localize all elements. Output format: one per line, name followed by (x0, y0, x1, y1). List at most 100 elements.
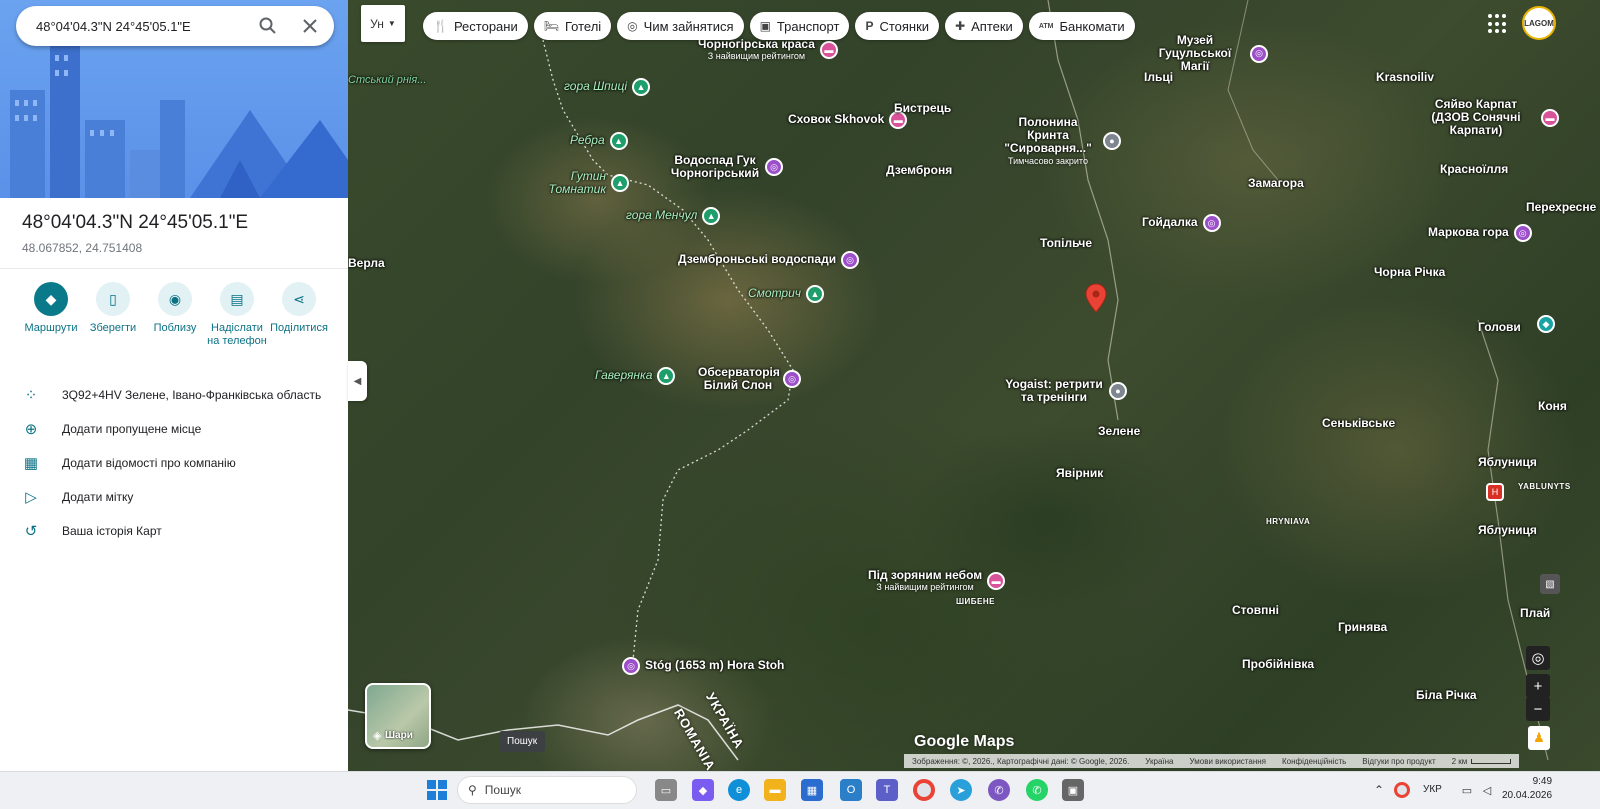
hospital-icon[interactable]: H (1486, 483, 1504, 501)
input-language[interactable]: УКР (1423, 784, 1442, 795)
poi-haverianka[interactable]: Гаверянка ▲ (595, 367, 676, 385)
hotel-icon: ▬ (819, 40, 838, 59)
chip-restaurants[interactable]: 🍴 Ресторани (423, 12, 528, 40)
volume-muted-icon[interactable]: ◁ (1476, 779, 1498, 801)
chip-hotels[interactable]: 🛏 Готелі (533, 12, 612, 40)
save-button[interactable]: ▯ Зберегти (82, 282, 144, 348)
poi-dzembronski-vodospady[interactable]: Дземброньські водоспади ◎ (678, 251, 860, 269)
poi-rebra[interactable]: Ребра ▲ (570, 132, 628, 150)
language-toggle[interactable]: Ун ▼ (361, 5, 405, 42)
maps-history-row[interactable]: ↺ Ваша історія Карт (22, 514, 321, 548)
town-label: Зелене (1098, 424, 1141, 438)
history-icon: ↺ (24, 523, 38, 540)
poi-siaivo-karpat[interactable]: Сяйво Карпат (ДЗОВ Сонячні Карпати) ▬ (1416, 97, 1559, 138)
street-view-preview-button[interactable]: ▧ (1540, 574, 1560, 594)
taskbar-search[interactable]: ⚲ Пошук (457, 776, 637, 804)
poi-pid-zorianym-nebom[interactable]: Під зоряним небом З найвищим рейтингом ▬ (868, 568, 1006, 592)
search-icon[interactable] (258, 16, 278, 36)
layers-button[interactable]: ◈ Шари (365, 683, 431, 749)
avatar[interactable]: LAGOM (1522, 6, 1556, 40)
taskbar-clock[interactable]: 9:49 20.04.2026 (1502, 775, 1552, 803)
copilot-icon[interactable]: ◆ (692, 779, 714, 801)
search-input[interactable] (36, 18, 256, 34)
chip-atms[interactable]: ATM Банкомати (1028, 12, 1135, 40)
poi-name: гора Менчул (626, 208, 698, 223)
send-to-phone-button[interactable]: ▤ Надіслати на телефон (206, 282, 268, 348)
telegram-icon[interactable]: ➤ (950, 779, 972, 801)
share-button[interactable]: ⋖ Поділитися (268, 282, 330, 348)
bookmark-pin-icon[interactable]: ◆ (1537, 315, 1555, 333)
town-label: Дземброня (886, 163, 953, 177)
apps-grid-icon[interactable] (1488, 14, 1508, 34)
transit-icon: ▣ (759, 19, 771, 33)
poi-hutyn-tomnatyk[interactable]: Гутин Томнатик ▲ (544, 169, 629, 197)
windows-start-icon[interactable] (427, 780, 447, 800)
plus-code-row[interactable]: ⁘ 3Q92+4HV Зелене, Івано-Франківська обл… (22, 378, 322, 412)
town-label: Голови (1478, 320, 1521, 334)
file-explorer-icon[interactable]: ▬ (764, 779, 786, 801)
town-label: Перехресне (1526, 200, 1597, 214)
town-label: Плай (1520, 606, 1551, 620)
map-label-fragment: Стський рнія... (348, 74, 427, 86)
footer-terms-link[interactable]: Умови використання (1190, 757, 1266, 766)
chip-label: Аптеки (971, 18, 1013, 34)
poi-smotrych[interactable]: Смотрич ▲ (748, 285, 824, 303)
edge-browser-icon[interactable]: e (728, 779, 750, 801)
poi-yogaist[interactable]: Yogaist: ретрити та тренінги ● (1004, 377, 1127, 404)
taskbar-search-label: Пошук (484, 783, 521, 797)
add-label-row[interactable]: ▷ Додати мітку (22, 480, 321, 514)
satellite-map[interactable]: Стський рнія... Чорногірська краса З найв… (348, 0, 1600, 783)
collapse-panel-button[interactable]: ◀ (348, 361, 367, 401)
poi-polonyna-krynta[interactable]: Полонина Кринта "Сироварня..." Тимчасово … (998, 115, 1121, 166)
footer-feedback-link[interactable]: Відгуки про продукт (1362, 757, 1435, 766)
place-title: 48°04'04.3"N 24°45'05.1"E (22, 212, 249, 233)
place-icon: ● (1109, 382, 1127, 401)
location-marker-icon[interactable] (1085, 283, 1107, 313)
chip-transit[interactable]: ▣ Транспорт (749, 12, 850, 40)
my-location-button[interactable]: ◎ (1526, 646, 1550, 670)
viber-icon[interactable]: ✆ (988, 779, 1010, 801)
scale-label: 2 км (1451, 756, 1468, 766)
street-view-pegman-icon[interactable]: ♟ (1528, 726, 1550, 750)
task-view-icon[interactable]: ▭ (655, 779, 677, 801)
app-icon[interactable]: ▣ (1062, 779, 1084, 801)
poi-name: Гутин Томнатик (548, 169, 606, 197)
search-box[interactable] (16, 6, 334, 46)
whatsapp-icon[interactable]: ✆ (1026, 779, 1048, 801)
footer-privacy-link[interactable]: Конфіденційність (1282, 757, 1346, 766)
add-missing-place-row[interactable]: ⊕ Додати пропущене місце (22, 412, 321, 446)
store-icon[interactable]: ▦ (801, 779, 823, 801)
chevron-up-icon[interactable]: ⌃ (1368, 779, 1390, 801)
hotel-icon: 🛏 (543, 19, 559, 33)
clock-time: 9:49 (1532, 776, 1553, 787)
poi-name: Водоспад Гук Чорногірський (670, 153, 760, 181)
network-icon[interactable]: ▭ (1456, 779, 1478, 801)
poi-chornohirska-krasa[interactable]: Чорногірська краса З найвищим рейтингом ▬ (698, 37, 838, 61)
add-place-icon: ⊕ (24, 421, 38, 438)
outlook-icon[interactable]: O (840, 779, 862, 801)
poi-hoidalka[interactable]: Гойдалка ◎ (1142, 214, 1221, 232)
close-icon[interactable] (300, 16, 320, 36)
poi-stog[interactable]: ◎ Stóg (1653 m) Hora Stoh (622, 657, 784, 675)
footer-country[interactable]: Україна (1145, 757, 1173, 766)
zoom-out-button[interactable]: − (1526, 697, 1550, 721)
teams-icon[interactable]: T (876, 779, 898, 801)
chrome-tray-icon[interactable] (1394, 782, 1410, 798)
poi-vodospad-huk[interactable]: Водоспад Гук Чорногірський ◎ (670, 153, 783, 181)
nearby-button[interactable]: ◉ Поблизу (144, 282, 206, 348)
chip-parking[interactable]: P Стоянки (855, 12, 940, 40)
add-business-row[interactable]: ▦ Додати відомості про компанію (22, 446, 321, 480)
chip-pharmacies[interactable]: ✚ Аптеки (945, 12, 1023, 40)
poi-skhovok[interactable]: Сховок Skhovok ▬ (788, 111, 908, 129)
poi-observatoriia[interactable]: Обсерваторія Білий Слон ◎ (698, 365, 801, 392)
chrome-icon[interactable] (913, 779, 935, 801)
directions-button[interactable]: ◆ Маршрути (20, 282, 82, 348)
poi-muzei-hutsulskoi-mahii[interactable]: Музей Гуцульської Магії ◎ (1145, 33, 1268, 74)
zoom-in-button[interactable]: + (1526, 674, 1550, 698)
area-label: YABLUNYTS (1518, 482, 1571, 491)
poi-hora-shpytsi[interactable]: гора Шпиці ▲ (564, 78, 650, 96)
chip-things-to-do[interactable]: ◎ Чим зайнятися (617, 12, 744, 40)
poi-markova-hora[interactable]: Маркова гора ◎ (1428, 224, 1532, 242)
scale-bar[interactable]: 2 км (1452, 757, 1512, 766)
poi-hora-menchul[interactable]: гора Менчул ▲ (626, 207, 721, 225)
